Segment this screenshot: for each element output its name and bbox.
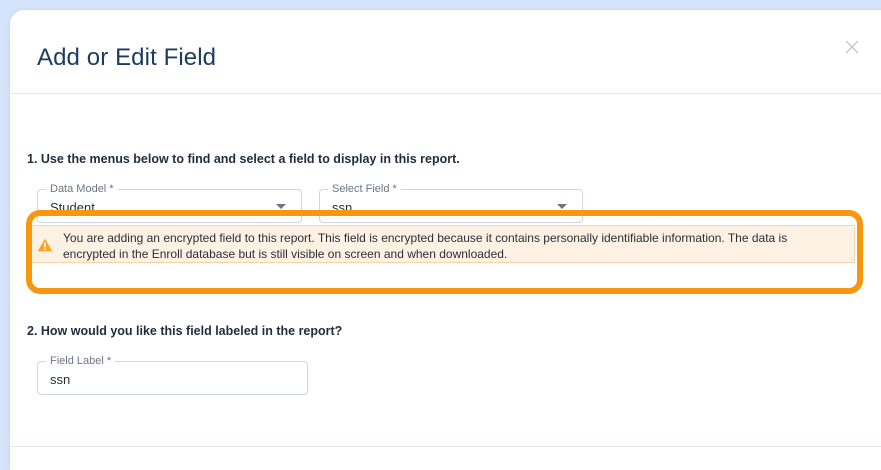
warning-triangle-icon — [37, 238, 53, 252]
warning-message: You are adding an encrypted field to thi… — [63, 231, 788, 261]
encryption-warning-alert: You are adding an encrypted field to thi… — [28, 225, 855, 263]
field-label-input[interactable]: Field Label * ssn — [37, 354, 308, 395]
chevron-down-icon — [276, 204, 286, 209]
select-field-label: Select Field * — [328, 182, 401, 196]
modal-header: Add or Edit Field — [10, 10, 881, 94]
data-model-select[interactable]: Data Model * Student — [37, 182, 302, 223]
footer-divider — [10, 446, 881, 447]
modal-title: Add or Edit Field — [37, 44, 217, 71]
field-label-label: Field Label * — [46, 354, 116, 368]
step-1-instructions: 1. Use the menus below to find and selec… — [27, 152, 460, 166]
data-model-value: Student — [50, 200, 95, 215]
close-icon — [845, 40, 859, 54]
close-button[interactable] — [845, 40, 863, 58]
chevron-down-icon — [557, 204, 567, 209]
field-label-value[interactable]: ssn — [50, 372, 70, 387]
select-field-value: ssn — [332, 200, 353, 215]
data-model-label: Data Model * — [46, 182, 118, 196]
step-2-instructions: 2. How would you like this field labeled… — [27, 324, 343, 338]
select-field-select[interactable]: Select Field * ssn — [319, 182, 583, 223]
